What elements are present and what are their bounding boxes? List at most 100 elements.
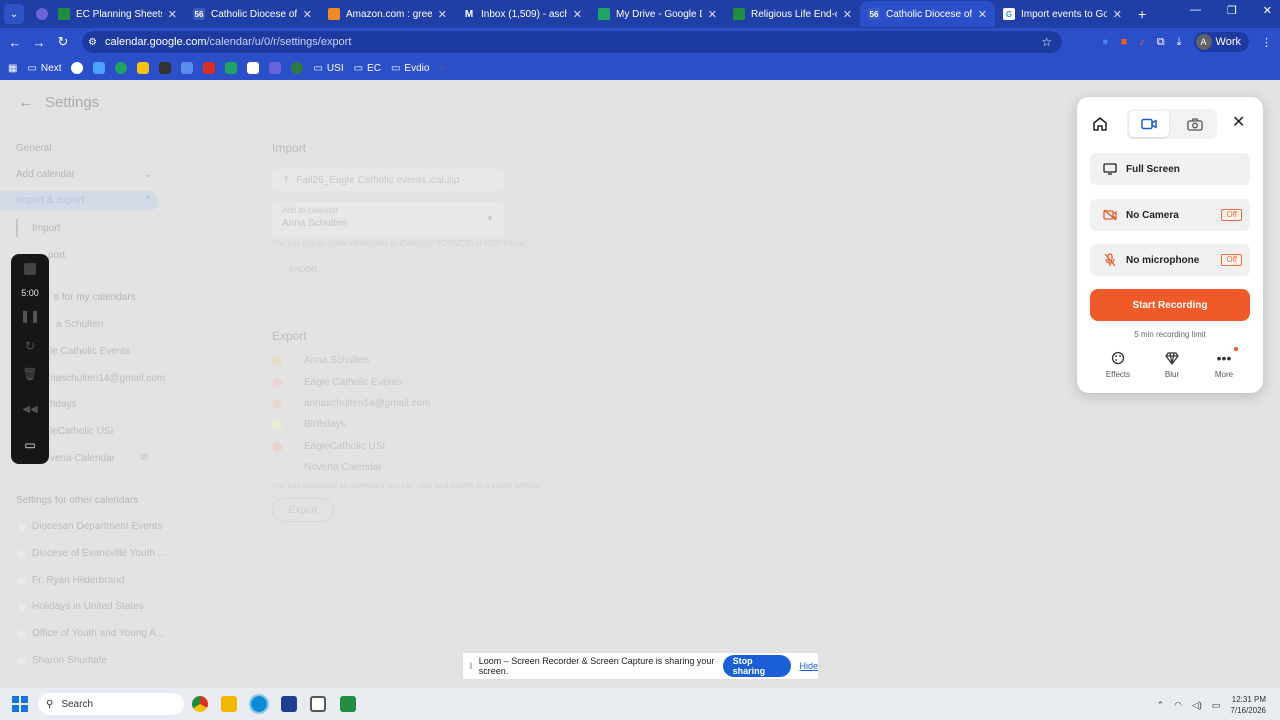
bookmark-icon[interactable] — [159, 62, 172, 74]
tab-5[interactable]: Religious Life End-of-Ye ✕ — [725, 1, 860, 27]
app-icon[interactable] — [310, 696, 326, 712]
sidebar-calendar-item[interactable]: Sharon Shumate — [32, 655, 107, 666]
download-icon[interactable]: ⤓ — [1177, 36, 1182, 49]
bookmark-folder-evdio[interactable]: ▭ Evdio — [391, 63, 429, 74]
windows-start-icon[interactable] — [12, 696, 28, 712]
tab-6-active[interactable]: 56 Catholic Diocese of Evan ✕ — [860, 1, 995, 27]
edge-icon[interactable] — [249, 694, 269, 714]
sidebar-calendar-item[interactable]: Office of Youth and Young A... — [32, 628, 164, 639]
tab-1[interactable]: 56 Catholic Diocese of Evan ✕ — [185, 1, 320, 27]
tab-search-button[interactable]: ⌄ — [4, 4, 24, 24]
chat-icon[interactable] — [93, 62, 106, 74]
back-icon[interactable]: ← — [3, 35, 27, 50]
apps-grid-icon[interactable]: ▦ — [8, 63, 17, 74]
close-icon[interactable]: ✕ — [573, 8, 582, 21]
home-icon[interactable] — [1092, 116, 1108, 132]
effects-button[interactable]: Effects — [1094, 349, 1142, 379]
address-bar[interactable]: ⚙ calendar.google.com /calendar/u/0/r/se… — [82, 31, 1062, 53]
bookmark-icon[interactable] — [115, 62, 128, 74]
sidebar-calendar-item[interactable]: naschulten14@gmail.com — [50, 373, 165, 384]
wifi-icon[interactable]: ◠ — [1174, 700, 1182, 711]
sidebar-item-general[interactable]: General — [16, 143, 52, 154]
tab-screenshot[interactable] — [1175, 111, 1215, 137]
taskbar-search[interactable]: ⚲ Search — [38, 693, 184, 715]
battery-icon[interactable]: ▭ — [1212, 700, 1221, 711]
close-icon[interactable]: ✕ — [168, 8, 177, 21]
bookmark-star-icon[interactable]: ☆ — [1041, 35, 1052, 49]
sidebar-calendar-item[interactable]: Holidays in United States — [32, 601, 144, 612]
camera-toggle-icon[interactable]: ▭ — [11, 438, 49, 452]
stop-sharing-button[interactable]: Stop sharing — [722, 655, 792, 677]
sidebar-item-import-export[interactable]: Import & export — [0, 191, 158, 211]
tab-4[interactable]: My Drive - Google Drive ✕ — [590, 1, 725, 27]
close-icon[interactable]: ✕ — [1113, 8, 1122, 21]
sidebar-calendar-item[interactable]: Diocese of Evansville Youth ... — [32, 548, 166, 559]
sidebar-item-import[interactable]: Import — [32, 223, 60, 234]
gmail-icon[interactable] — [203, 62, 216, 74]
forward-icon[interactable]: → — [27, 35, 51, 50]
close-icon[interactable]: ✕ — [708, 8, 717, 21]
off-badge[interactable]: Off — [1221, 209, 1242, 221]
maximize-icon[interactable]: ❐ — [1227, 4, 1237, 17]
hide-link[interactable]: Hide — [799, 661, 818, 671]
bookmark-icon[interactable]: ◌ — [439, 63, 445, 74]
sidebar-calendar-item[interactable]: vena Calendar — [50, 453, 115, 464]
clock[interactable]: 12:31 PM 7/16/2026 — [1230, 694, 1266, 716]
start-recording-button[interactable]: Start Recording — [1090, 289, 1250, 321]
back-arrow-icon[interactable]: ← — [18, 94, 34, 112]
full-screen-option[interactable]: Full Screen — [1090, 153, 1250, 185]
drag-handle-icon[interactable]: ‖ — [469, 661, 473, 671]
sidebar-item-add-calendar[interactable]: Add calendar — [16, 169, 75, 180]
import-file-picker[interactable]: ⤒ Fall26_Eagle Catholic events.ical.zip — [272, 169, 504, 191]
restart-icon[interactable]: ↻ — [11, 339, 49, 353]
bookmark-icon[interactable] — [137, 62, 150, 74]
sidebar-item-export[interactable]: port — [48, 250, 65, 261]
reload-icon[interactable]: ↻ — [51, 34, 75, 50]
rewind-icon[interactable]: ◀◀ — [11, 404, 49, 415]
new-tab-icon[interactable]: + — [1138, 6, 1146, 22]
chevron-up-icon[interactable]: ⌃ — [144, 195, 152, 206]
close-icon[interactable]: ✕ — [303, 8, 312, 21]
extension-icon[interactable]: ♪ — [1139, 36, 1145, 48]
tab-2[interactable]: Amazon.com : greeting ✕ — [320, 1, 455, 27]
volume-icon[interactable]: ◁) — [1192, 700, 1202, 711]
bookmark-icon[interactable] — [291, 62, 304, 74]
chevron-down-icon[interactable]: ⌄ — [144, 169, 152, 180]
extensions-puzzle-icon[interactable]: ⧉ — [1157, 36, 1165, 49]
import-button[interactable]: Import — [272, 257, 334, 281]
eye-off-icon[interactable]: ⊘ — [140, 452, 148, 463]
close-icon[interactable]: ✕ — [978, 8, 987, 21]
tab-video[interactable] — [1129, 111, 1169, 137]
site-info-icon[interactable]: ⚙ — [88, 37, 97, 48]
app-icon[interactable] — [281, 696, 297, 712]
google-icon[interactable] — [71, 62, 84, 74]
tab-7[interactable]: G Import events to Google ✕ — [995, 1, 1130, 27]
add-to-calendar-select[interactable]: Add to calendar Anna Schulten ▼ — [272, 202, 504, 236]
close-icon[interactable]: ✕ — [843, 8, 852, 21]
sidebar-calendar-item[interactable]: Diocesan Department Events — [32, 521, 162, 532]
pause-icon[interactable]: ❚❚ — [11, 309, 49, 323]
sidebar-calendar-item[interactable]: le Catholic Events — [50, 346, 130, 357]
bookmark-folder-usi[interactable]: ▭ USI — [313, 63, 343, 74]
trash-icon[interactable]: 🗑 — [11, 367, 49, 381]
stop-recording-icon[interactable] — [24, 263, 36, 275]
close-icon[interactable]: ✕ — [1232, 115, 1245, 131]
export-button[interactable]: Export — [272, 498, 334, 522]
loom-extension-icon[interactable]: ■ — [1121, 36, 1128, 48]
close-icon[interactable]: ✕ — [438, 8, 447, 21]
close-window-icon[interactable]: ✕ — [1263, 4, 1272, 17]
camera-option[interactable]: No Camera Off — [1090, 199, 1250, 231]
app-icon[interactable] — [340, 696, 356, 712]
sidebar-calendar-item[interactable]: hdays — [50, 399, 77, 410]
chevron-up-icon[interactable]: ⌃ — [1157, 700, 1165, 711]
off-badge[interactable]: Off — [1221, 254, 1242, 266]
chrome-icon[interactable] — [192, 696, 208, 712]
blur-button[interactable]: Blur — [1148, 349, 1196, 379]
sidebar-calendar-item[interactable]: a Schulten — [56, 319, 103, 330]
file-explorer-icon[interactable] — [221, 696, 237, 712]
minimize-icon[interactable]: — — [1190, 4, 1201, 17]
sidebar-calendar-item[interactable]: leCatholic USI — [50, 426, 113, 437]
bookmark-icon[interactable] — [181, 62, 194, 74]
bookmark-icon[interactable] — [247, 62, 260, 74]
bookmark-folder-next[interactable]: ▭ Next — [27, 63, 61, 74]
